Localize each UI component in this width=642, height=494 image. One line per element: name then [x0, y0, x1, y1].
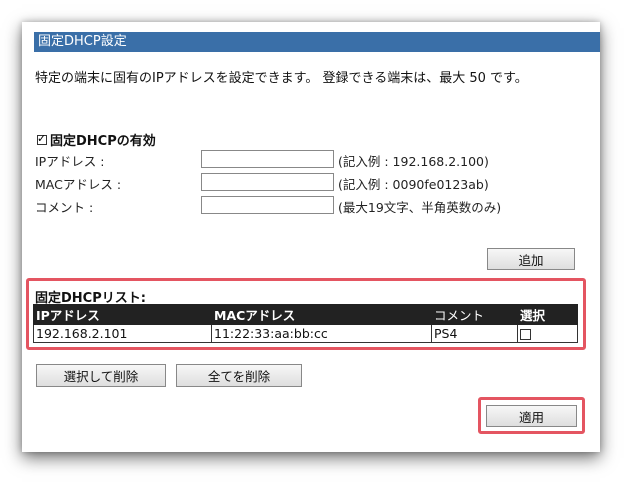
column-select: 選択	[517, 304, 578, 325]
mac-address-input[interactable]	[201, 173, 334, 191]
apply-button[interactable]: 適用	[486, 405, 577, 427]
add-button[interactable]: 追加	[487, 248, 575, 270]
mac-address-hint: (記入例 : 0090fe0123ab)	[338, 177, 489, 192]
mac-address-label: MACアドレス :	[35, 177, 122, 192]
row-comment: PS4	[431, 324, 518, 343]
column-mac-address: MACアドレス	[211, 304, 432, 325]
column-comment: コメント	[431, 304, 518, 325]
comment-label: コメント :	[35, 200, 94, 215]
fixed-dhcp-table: IPアドレス MACアドレス コメント 選択 192.168.2.101 11:…	[33, 304, 578, 343]
delete-selected-button[interactable]: 選択して削除	[36, 364, 166, 387]
delete-all-button[interactable]: 全てを削除	[176, 364, 302, 387]
description-text: 特定の端末に固有のIPアドレスを設定できます。 登録できる端末は、最大 50 で…	[35, 71, 528, 86]
section-title: 固定DHCP設定	[38, 34, 127, 49]
row-select-checkbox[interactable]	[520, 329, 531, 340]
comment-hint: (最大19文字、半角英数のみ)	[338, 200, 502, 215]
enable-fixed-dhcp[interactable]: 固定DHCPの有効	[37, 130, 156, 149]
enable-checkbox[interactable]	[37, 132, 47, 145]
row-ip-address: 192.168.2.101	[33, 324, 212, 343]
row-select-cell	[517, 324, 578, 343]
enable-label: 固定DHCPの有効	[50, 134, 156, 149]
column-ip-address: IPアドレス	[33, 304, 212, 325]
ip-address-input[interactable]	[201, 150, 334, 168]
table-header-row: IPアドレス MACアドレス コメント 選択	[33, 304, 578, 325]
settings-panel	[22, 22, 600, 452]
ip-address-hint: (記入例 : 192.168.2.100)	[338, 154, 489, 169]
comment-input[interactable]	[201, 196, 334, 214]
row-mac-address: 11:22:33:aa:bb:cc	[211, 324, 432, 343]
section-title-bar: 固定DHCP設定	[34, 32, 600, 52]
table-row: 192.168.2.101 11:22:33:aa:bb:cc PS4	[33, 324, 578, 343]
ip-address-label: IPアドレス :	[35, 154, 105, 169]
